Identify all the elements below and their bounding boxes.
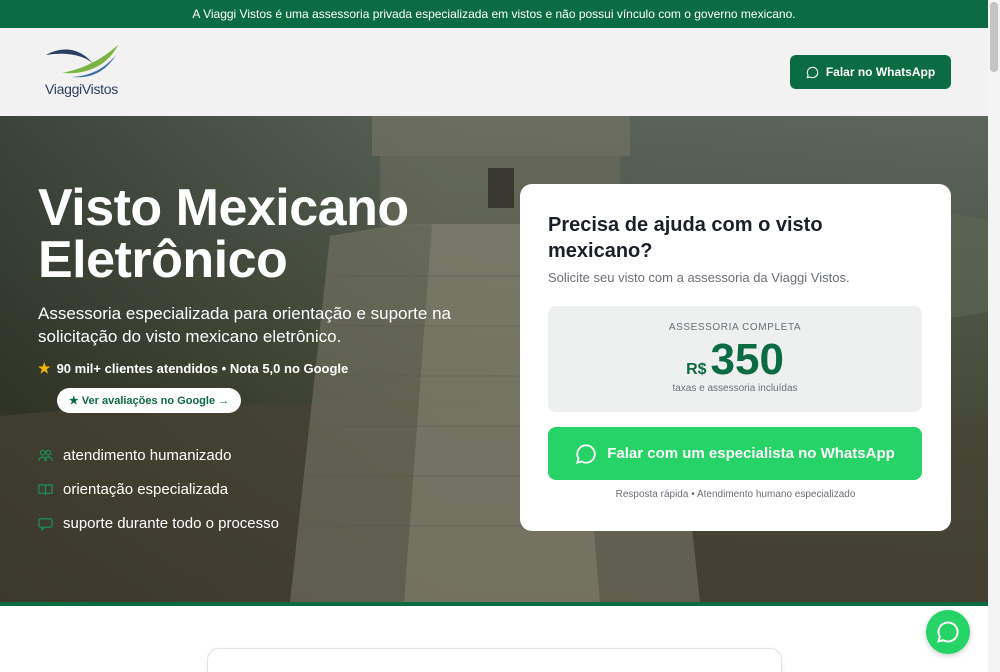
- star-icon: ★: [38, 360, 51, 376]
- whatsapp-icon: [576, 443, 596, 464]
- book-icon: [38, 483, 53, 495]
- feature-label: suporte durante todo o processo: [63, 514, 279, 532]
- feature-list: atendimento humanizado orientação especi…: [38, 438, 279, 540]
- rating-text: 90 mil+ clientes atendidos • Nota 5,0 no…: [56, 361, 349, 376]
- header-whatsapp-label: Falar no WhatsApp: [825, 65, 936, 79]
- whatsapp-icon: [806, 66, 819, 78]
- hero-divider: [0, 602, 988, 606]
- price-label: ASSESSORIA COMPLETA: [668, 322, 802, 333]
- card-subtitle: Solicite seu visto com a assessoria da V…: [548, 270, 850, 285]
- hero-subtitle: Assessoria especializada para orientação…: [38, 304, 451, 346]
- chat-icon: [38, 517, 53, 531]
- feature-item: orientação especializada: [38, 472, 279, 506]
- people-icon: [38, 449, 53, 461]
- price-note: taxas e assessoria incluídas: [672, 383, 798, 394]
- card-whatsapp-button[interactable]: Falar com um especialista no WhatsApp: [548, 427, 922, 480]
- rating-line: ★ 90 mil+ clientes atendidos • Nota 5,0 …: [38, 360, 348, 377]
- feature-label: orientação especializada: [63, 480, 229, 498]
- site-header: ViaggiVistos Falar no WhatsApp: [0, 28, 988, 116]
- hero-title: Visto Mexicano Eletrônico: [38, 179, 409, 289]
- notice-bar: A Viaggi Vistos é uma assessoria privada…: [0, 0, 988, 28]
- logo-swoosh-icon: [46, 45, 118, 78]
- help-card: Precisa de ajuda com o visto mexicano? S…: [520, 184, 951, 531]
- page-scrollbar[interactable]: [988, 0, 1000, 672]
- header-whatsapp-button[interactable]: Falar no WhatsApp: [790, 55, 951, 89]
- card-footnote: Resposta rápida • Atendimento humano esp…: [615, 489, 856, 500]
- card-whatsapp-label: Falar com um especialista no WhatsApp: [607, 445, 895, 462]
- floating-whatsapp-button[interactable]: [926, 610, 970, 654]
- card-title: Precisa de ajuda com o visto mexicano?: [548, 214, 823, 262]
- feature-label: atendimento humanizado: [63, 446, 232, 464]
- feature-item: atendimento humanizado: [38, 438, 279, 472]
- google-reviews-label: ★ Ver avaliações no Google →: [68, 395, 230, 407]
- feature-item: suporte durante todo o processo: [38, 506, 279, 540]
- price-amount: 350: [710, 335, 784, 384]
- logo-text: ViaggiVistos: [45, 81, 118, 97]
- next-section-card: [207, 648, 782, 672]
- price-box: ASSESSORIA COMPLETA R$ 350 taxas e asses…: [548, 306, 922, 412]
- google-reviews-button[interactable]: ★ Ver avaliações no Google →: [57, 388, 241, 413]
- whatsapp-icon: [937, 621, 959, 643]
- notice-text: A Viaggi Vistos é uma assessoria privada…: [192, 7, 796, 21]
- logo[interactable]: ViaggiVistos: [42, 43, 124, 101]
- price-currency: R$: [686, 361, 707, 378]
- price-row: R$ 350: [548, 334, 922, 386]
- scrollbar-thumb[interactable]: [990, 2, 998, 72]
